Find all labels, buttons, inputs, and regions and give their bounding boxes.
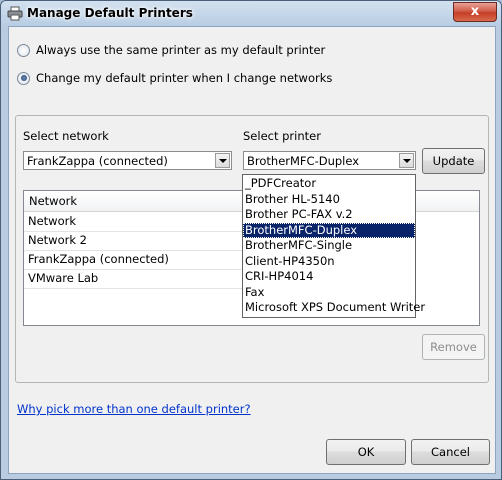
select-printer-label: Select printer [243, 129, 321, 143]
option-always-same[interactable]: Always use the same printer as my defaul… [17, 43, 325, 57]
option-change-by-network-label: Change my default printer when I change … [36, 71, 333, 85]
dropdown-item[interactable]: _PDFCreator [243, 176, 415, 192]
dropdown-item[interactable]: Microsoft XPS Document Writer [243, 300, 425, 316]
ok-button[interactable]: OK [326, 439, 406, 465]
printer-icon [7, 6, 23, 21]
window-title: Manage Default Printers [27, 6, 193, 20]
printer-combobox-value: BrotherMFC-Duplex [247, 154, 360, 168]
dialog-body: Always use the same printer as my defaul… [8, 26, 496, 474]
table-cell: FrankZappa (connected) [28, 252, 169, 266]
printer-combobox[interactable]: BrotherMFC-Duplex [243, 151, 416, 170]
select-network-label: Select network [23, 129, 109, 143]
dropdown-item[interactable]: Brother PC-FAX v.2 [243, 207, 415, 223]
dialog-window: Manage Default Printers x Always use the… [0, 0, 502, 480]
dropdown-item-label: Microsoft XPS Document Writer [245, 300, 426, 314]
remove-button[interactable]: Remove [422, 334, 485, 360]
table-cell: Network [28, 214, 77, 228]
dropdown-item[interactable]: Brother HL-5140 [243, 192, 415, 208]
chevron-down-icon[interactable] [215, 153, 230, 168]
table-row[interactable]: VMware Lab [24, 269, 249, 289]
printer-dropdown-list[interactable]: _PDFCreator Brother HL-5140 Brother PC-F… [242, 174, 425, 318]
table-row[interactable]: Network 2 [24, 231, 249, 251]
network-combobox[interactable]: FrankZappa (connected) [23, 151, 232, 170]
table-row[interactable]: FrankZappa (connected) [24, 250, 249, 270]
table-cell: Network 2 [28, 233, 87, 247]
column-header-network[interactable]: Network [29, 194, 77, 208]
title-bar[interactable]: Manage Default Printers x [1, 1, 501, 26]
option-change-by-network[interactable]: Change my default printer when I change … [17, 71, 332, 85]
dropdown-item-label: CRI-HP4014 [245, 269, 314, 283]
table-cell: VMware Lab [28, 271, 99, 285]
dropdown-item[interactable]: BrotherMFC-Single [243, 238, 415, 254]
help-link[interactable]: Why pick more than one default printer? [17, 402, 251, 416]
chevron-down-icon[interactable] [399, 153, 414, 168]
dropdown-item-label: _PDFCreator [245, 176, 317, 190]
dropdown-item-label: BrotherMFC-Duplex [245, 222, 358, 237]
dropdown-item[interactable]: CRI-HP4014 [243, 269, 415, 285]
radio-change-by-network[interactable] [17, 71, 30, 85]
dropdown-item[interactable]: Fax [243, 285, 415, 301]
dropdown-item-label: Brother HL-5140 [245, 191, 340, 206]
dropdown-item-label: Fax [245, 284, 265, 299]
dropdown-item-label: Brother PC-FAX v.2 [245, 207, 353, 221]
close-button[interactable]: x [453, 2, 497, 22]
table-row[interactable]: Network [24, 212, 249, 232]
cancel-button[interactable]: Cancel [411, 439, 490, 465]
network-combobox-value: FrankZappa (connected) [27, 154, 168, 168]
update-button[interactable]: Update [422, 148, 485, 174]
dropdown-item[interactable]: Client-HP4350n [243, 254, 415, 270]
dropdown-item-label: Client-HP4350n [245, 253, 335, 268]
option-always-same-label: Always use the same printer as my defaul… [36, 43, 326, 57]
radio-always-same[interactable] [17, 43, 30, 57]
dropdown-item-label: BrotherMFC-Single [245, 238, 353, 252]
dropdown-item-selected[interactable]: BrotherMFC-Duplex [243, 222, 415, 238]
